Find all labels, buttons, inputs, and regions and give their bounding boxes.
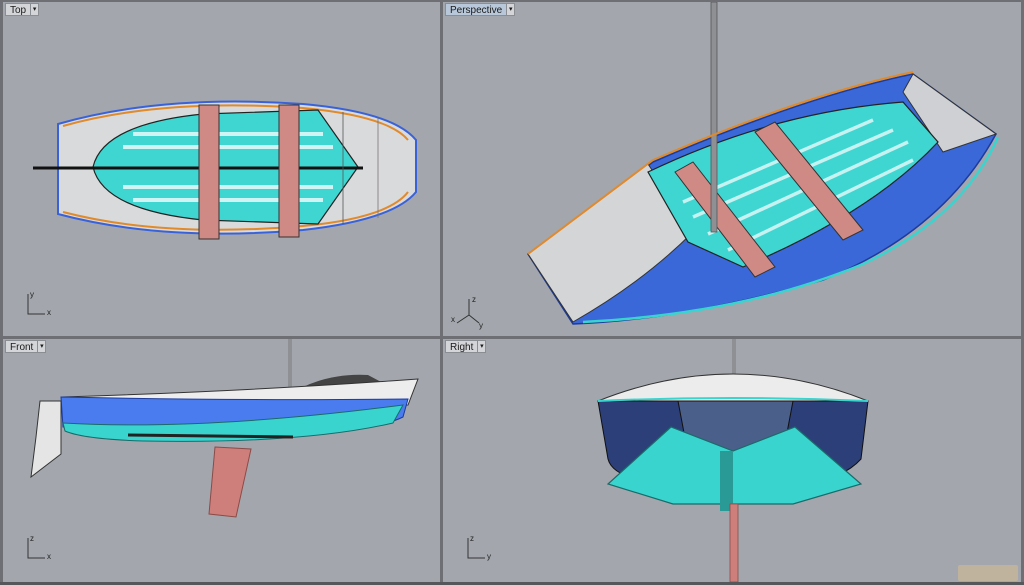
axis-z-label: z [470,534,474,543]
axis-y-label: y [479,321,483,330]
top-viewport[interactable]: Top ▾ y x [3,2,440,336]
axis-x-label: x [451,315,455,324]
axis-z-label: z [30,534,34,543]
top-view-boat [33,100,417,240]
axis-z-label: z [472,295,476,304]
perspective-viewport[interactable]: Perspective ▾ z x y [443,2,1021,336]
axis-y-label: y [30,290,34,299]
right-view-boat [597,339,869,582]
front-viewport[interactable]: Front ▾ z x [3,339,440,582]
front-view-boat [30,339,419,518]
axis-x-label: x [47,308,51,317]
axis-y-label: y [487,552,491,561]
axis-x-label: x [47,552,51,561]
watermark-logo [958,565,1018,581]
perspective-view-boat [526,2,1000,325]
right-viewport[interactable]: Right ▾ z y [443,339,1021,582]
